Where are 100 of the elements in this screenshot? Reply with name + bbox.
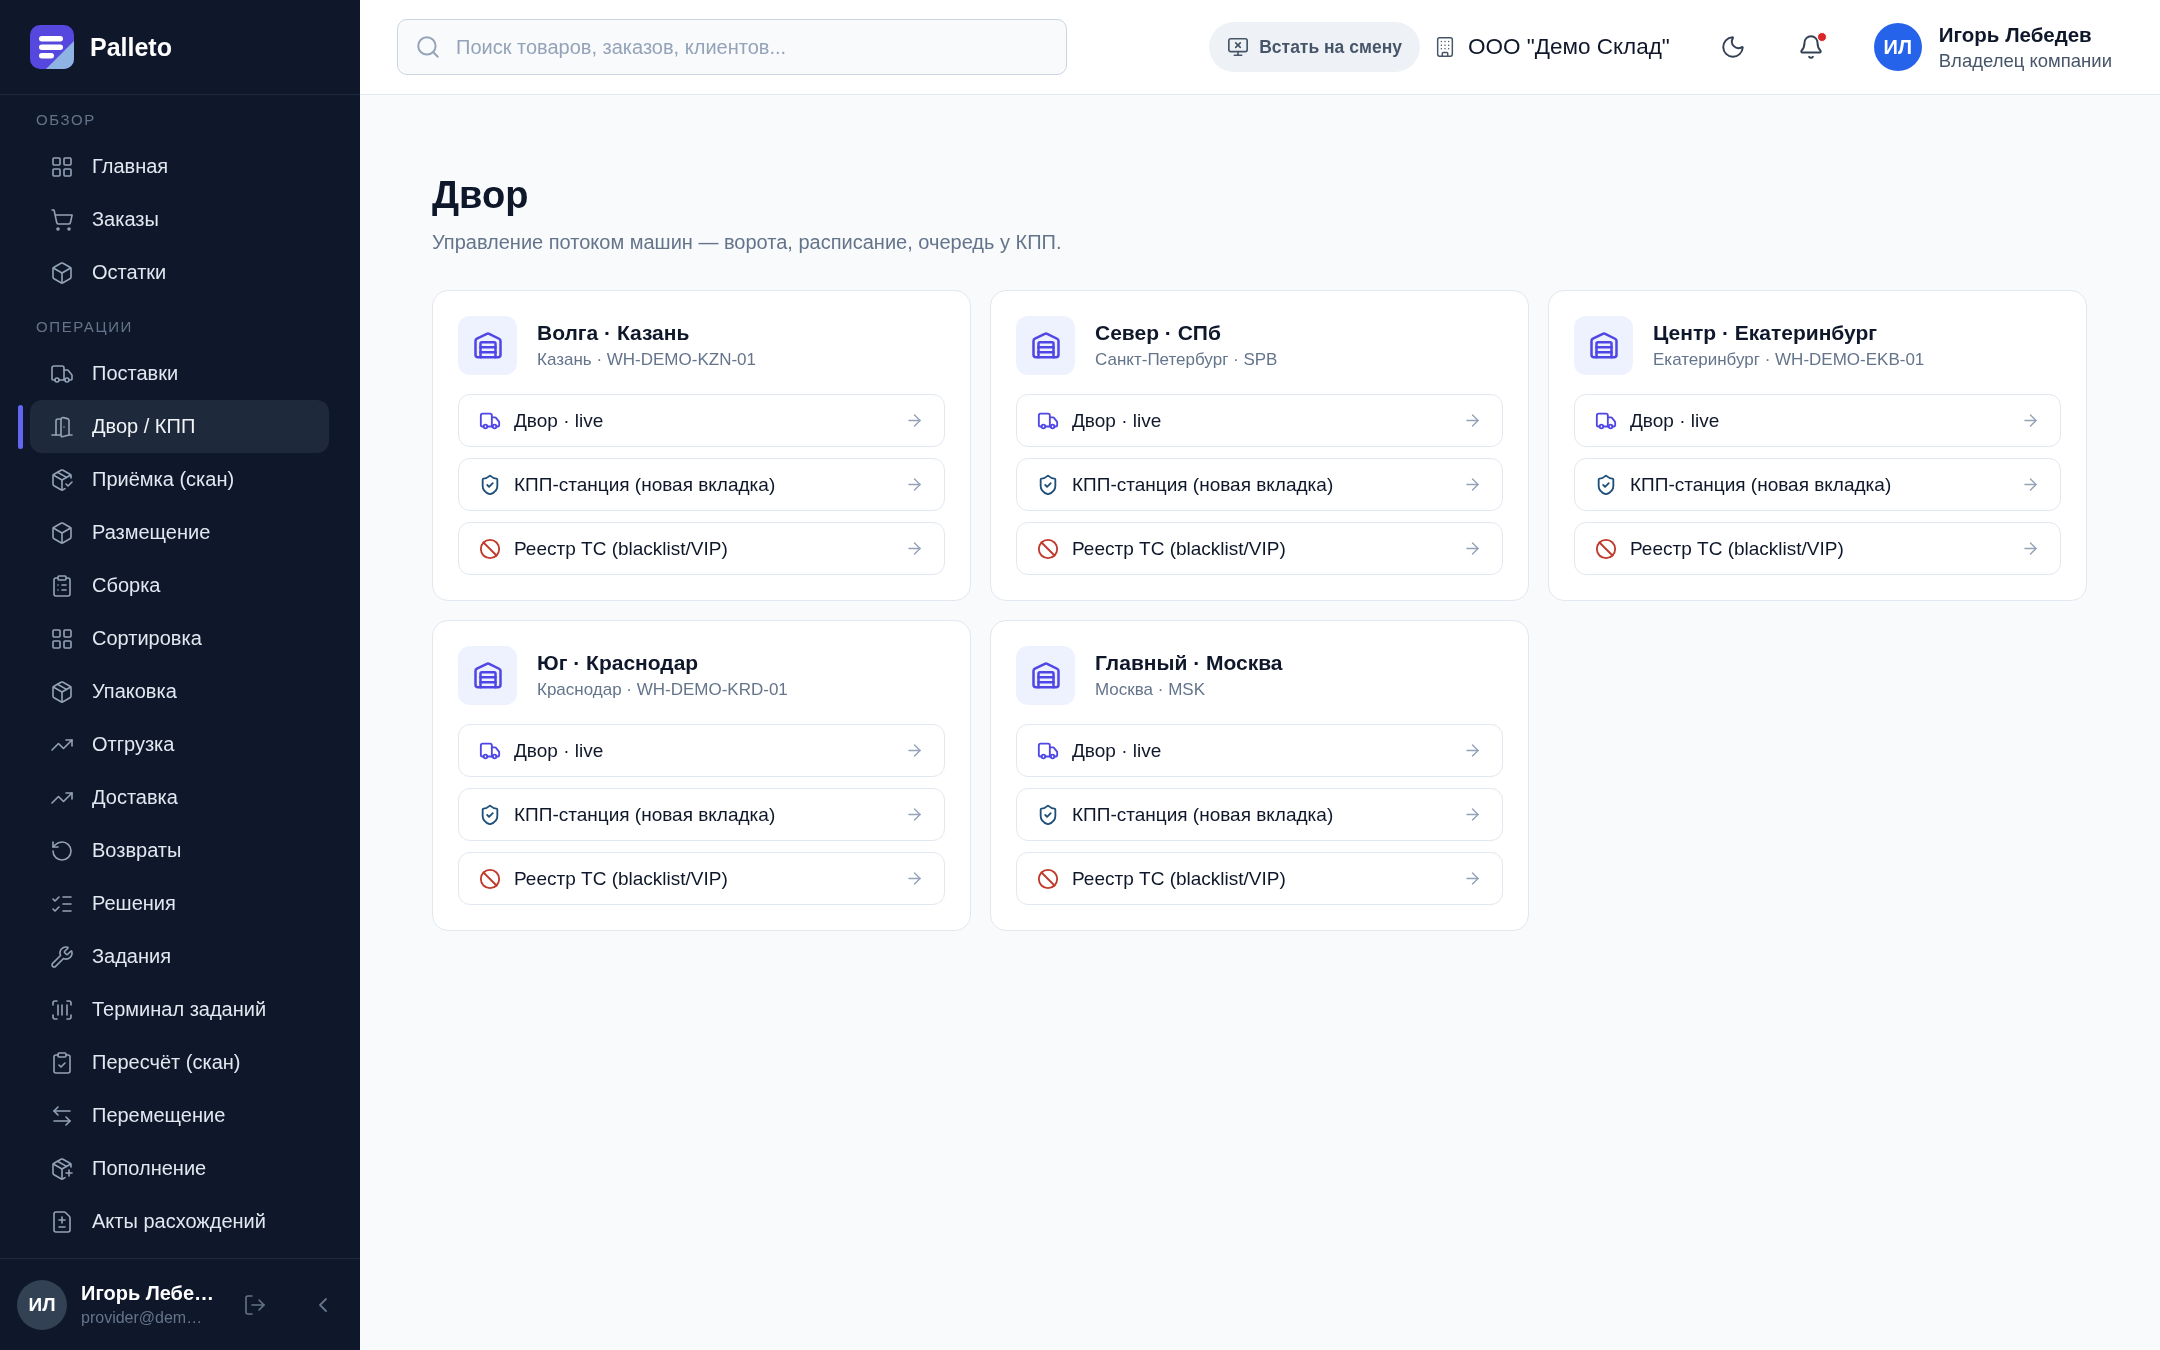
grid-icon: [50, 626, 74, 651]
sidebar-item[interactable]: Приёмка (скан): [30, 453, 329, 506]
organization-name[interactable]: ООО "Демо Склад": [1467, 34, 1670, 60]
logo-icon: [30, 25, 74, 69]
card-link[interactable]: Реестр ТС (blacklist/VIP): [1016, 852, 1503, 905]
card-link[interactable]: Двор · live: [458, 394, 945, 447]
warehouse-icon: [1016, 316, 1075, 375]
cube-icon: [50, 520, 74, 545]
user-role: Владелец компании: [1938, 49, 2112, 72]
shield-check-icon: [479, 803, 501, 826]
card-link[interactable]: Двор · live: [1016, 724, 1503, 777]
arrow-right-icon: [1463, 539, 1482, 558]
arrow-right-icon: [2021, 539, 2040, 558]
sidebar-item[interactable]: Акты расхождений: [30, 1195, 329, 1248]
sidebar-item[interactable]: Перемещение: [30, 1089, 329, 1142]
warehouse-icon: [458, 316, 517, 375]
arrows-swap-icon: [50, 1103, 74, 1128]
search-icon: [415, 34, 441, 60]
warehouse-details: Москва · MSK: [1095, 679, 1205, 701]
ban-icon: [479, 867, 501, 890]
sidebar-item[interactable]: Размещение: [30, 506, 329, 559]
warehouse-icon: [1016, 646, 1075, 705]
warehouse-name: Центр · Екатеринбург: [1653, 320, 1877, 346]
card-link[interactable]: КПП-станция (новая вкладка): [458, 788, 945, 841]
card-link[interactable]: КПП-станция (новая вкладка): [458, 458, 945, 511]
arrow-right-icon: [1463, 805, 1482, 824]
user-email: provider@dem…: [81, 1309, 203, 1327]
arrow-right-icon: [1463, 741, 1482, 760]
barcode-scan-icon: [50, 997, 74, 1022]
cart-icon: [50, 207, 74, 232]
grid-icon: [50, 154, 74, 179]
user-avatar[interactable]: ИЛ: [1873, 23, 1922, 71]
sidebar-item[interactable]: Отгрузка: [30, 718, 329, 771]
warehouse-name: Север · СПб: [1095, 320, 1221, 346]
warehouse-name: Юг · Краснодар: [537, 650, 699, 676]
shield-check-icon: [1595, 473, 1617, 496]
sidebar-item[interactable]: Терминал заданий: [30, 983, 329, 1036]
sidebar-item[interactable]: Двор / КПП: [30, 400, 329, 453]
warehouse-details: Санкт-Петербург · SPB: [1095, 349, 1278, 371]
warehouse-icon: [1574, 316, 1633, 375]
clipboard-check-icon: [50, 1050, 74, 1075]
clipboard-list-icon: [50, 573, 74, 598]
sidebar-item[interactable]: Возвраты: [30, 824, 329, 877]
user-avatar[interactable]: ИЛ: [17, 1279, 67, 1330]
card-link[interactable]: Реестр ТС (blacklist/VIP): [1016, 522, 1503, 575]
sidebar-item[interactable]: Задания: [30, 930, 329, 983]
warehouse-details: Казань · WH-DEMO-KZN-01: [537, 349, 756, 371]
card-link[interactable]: Двор · live: [1016, 394, 1503, 447]
monitor-icon: [1227, 36, 1250, 58]
arrow-right-icon: [1463, 869, 1482, 888]
sidebar-item[interactable]: Главная: [30, 140, 329, 193]
brand-name: Palleto: [90, 32, 172, 62]
page-title: Двор: [432, 173, 529, 217]
card-link[interactable]: Реестр ТС (blacklist/VIP): [458, 852, 945, 905]
user-name: Игорь Лебедев: [1938, 22, 2092, 47]
sidebar-item[interactable]: Остатки: [30, 246, 329, 299]
arrow-right-icon: [905, 539, 924, 558]
door-icon: [50, 414, 74, 439]
section-label: ОПЕРАЦИИ: [36, 317, 133, 337]
section-label: ОБЗОР: [36, 110, 96, 130]
card-link[interactable]: Двор · live: [1574, 394, 2061, 447]
sidebar-item[interactable]: Решения: [30, 877, 329, 930]
shield-check-icon: [1037, 803, 1059, 826]
sidebar-item[interactable]: Доставка: [30, 771, 329, 824]
sidebar-item[interactable]: Заказы: [30, 193, 329, 246]
card-link[interactable]: КПП-станция (новая вкладка): [1016, 788, 1503, 841]
ban-icon: [1037, 867, 1059, 890]
logout-icon[interactable]: [243, 1292, 267, 1317]
warehouse-icon: [458, 646, 517, 705]
sidebar-item[interactable]: Сортировка: [30, 612, 329, 665]
page-subtitle: Управление потоком машин — ворота, расписание, очередь у КПП.: [432, 230, 1062, 255]
cube-icon: [50, 260, 74, 285]
ban-icon: [1595, 537, 1617, 560]
file-icon: [50, 1209, 74, 1234]
sidebar-item[interactable]: Пополнение: [30, 1142, 329, 1195]
moon-icon[interactable]: [1719, 34, 1746, 60]
bell-icon[interactable]: [1797, 34, 1824, 60]
box-check-icon: [50, 467, 74, 492]
card-link[interactable]: Реестр ТС (blacklist/VIP): [458, 522, 945, 575]
sidebar-item[interactable]: Пересчёт (скан): [30, 1036, 329, 1089]
package-icon: [50, 679, 74, 704]
sidebar-item[interactable]: Поставки: [30, 347, 329, 400]
arrow-right-icon: [905, 869, 924, 888]
warehouse-details: Екатеринбург · WH-DEMO-EKB-01: [1653, 349, 1925, 371]
sidebar-item[interactable]: Упаковка: [30, 665, 329, 718]
warehouse-name: Волга · Казань: [537, 320, 690, 346]
wrench-icon: [50, 944, 74, 969]
shield-check-icon: [479, 473, 501, 496]
card-link[interactable]: КПП-станция (новая вкладка): [1016, 458, 1503, 511]
card-link[interactable]: Двор · live: [458, 724, 945, 777]
ban-icon: [1037, 537, 1059, 560]
shift-button[interactable]: Встать на смену: [1209, 22, 1420, 72]
box-plus-icon: [50, 1156, 74, 1181]
search-field[interactable]: Поиск товаров, заказов, клиентов...: [397, 19, 1067, 75]
warehouse-details: Краснодар · WH-DEMO-KRD-01: [537, 679, 788, 701]
user-name: Игорь Лебе…: [81, 1282, 215, 1305]
card-link[interactable]: КПП-станция (новая вкладка): [1574, 458, 2061, 511]
card-link[interactable]: Реестр ТС (blacklist/VIP): [1574, 522, 2061, 575]
arrow-right-icon: [905, 741, 924, 760]
sidebar-item[interactable]: Сборка: [30, 559, 329, 612]
